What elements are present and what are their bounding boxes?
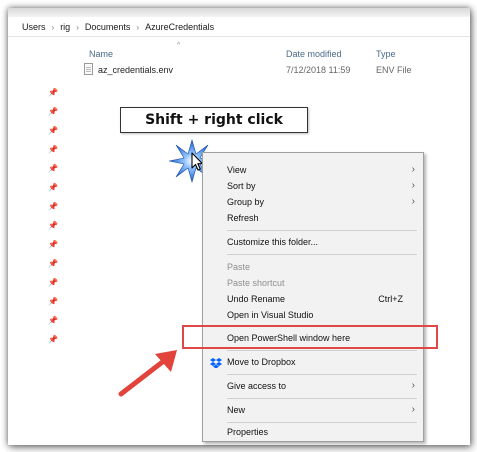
pin-icon[interactable]: 📌	[48, 145, 58, 155]
menu-item-paste: Paste	[203, 260, 423, 276]
menu-item-sort-by[interactable]: Sort by ›	[203, 179, 423, 195]
menu-item-label: Sort by	[227, 181, 256, 191]
menu-item-group-by[interactable]: Group by ›	[203, 195, 423, 211]
column-header-row: ^ Name Date modified Type	[74, 37, 470, 59]
menu-item-label: Open in Visual Studio	[227, 310, 314, 320]
breadcrumb-separator: ›	[51, 22, 55, 32]
breadcrumb-separator: ›	[76, 22, 79, 32]
menu-separator	[227, 230, 417, 231]
menu-item-label: Group by	[227, 197, 265, 207]
menu-separator	[227, 374, 417, 375]
menu-item-properties[interactable]: Properties	[203, 425, 423, 441]
menu-item-give-access[interactable]: Give access to ›	[203, 379, 423, 395]
instruction-callout: Shift + right click	[120, 107, 308, 133]
chevron-right-icon: ›	[411, 404, 415, 415]
menu-item-view[interactable]: View ›	[203, 163, 423, 179]
breadcrumb: Users › rig › Documents › AzureCredentia…	[22, 22, 214, 32]
breadcrumb-item-rig[interactable]: rig	[60, 22, 70, 32]
breadcrumb-item-documents[interactable]: Documents	[85, 22, 131, 32]
menu-item-label: Undo Rename	[227, 294, 286, 304]
pin-icon[interactable]: 📌	[48, 126, 58, 136]
highlight-box	[182, 325, 438, 349]
file-icon	[84, 63, 93, 75]
menu-item-open-visual-studio[interactable]: Open in Visual Studio	[203, 308, 423, 324]
pin-icon[interactable]: 📌	[48, 202, 58, 212]
breadcrumb-item-azurecredentials[interactable]: AzureCredentials	[145, 22, 214, 32]
pin-icon[interactable]: 📌	[48, 240, 58, 250]
pin-icon[interactable]: 📌	[48, 297, 58, 307]
chevron-right-icon: ›	[411, 196, 415, 207]
menu-item-label: Customize this folder...	[227, 237, 319, 247]
menu-separator	[227, 422, 417, 423]
menu-item-paste-shortcut: Paste shortcut	[203, 276, 423, 292]
menu-item-move-to-dropbox[interactable]: Move to Dropbox	[203, 355, 423, 371]
pin-icon[interactable]: 📌	[48, 164, 58, 174]
pin-icon[interactable]: 📌	[48, 183, 58, 193]
menu-item-label: Paste shortcut	[227, 278, 285, 288]
file-type: ENV File	[376, 65, 412, 75]
chevron-right-icon: ›	[411, 380, 415, 391]
dropbox-icon	[210, 358, 222, 368]
pin-icon[interactable]: 📌	[48, 278, 58, 288]
menu-separator	[227, 350, 417, 351]
file-name: az_credentials.env	[98, 65, 174, 75]
menu-item-new[interactable]: New ›	[203, 403, 423, 419]
menu-item-undo-rename[interactable]: Undo Rename Ctrl+Z	[203, 292, 423, 308]
menu-separator	[227, 398, 417, 399]
window-top-strip	[8, 8, 470, 17]
pointer-arrow-icon	[118, 350, 177, 397]
file-date-modified: 7/12/2018 11:59	[286, 65, 351, 75]
pin-icon[interactable]: 📌	[48, 316, 58, 326]
file-row[interactable]: az_credentials.env 7/12/2018 11:59 ENV F…	[74, 62, 470, 78]
navigation-pane: 📌 📌 📌 📌 📌 📌 📌 📌 📌 📌 📌 📌 📌 📌	[8, 37, 74, 445]
sort-ascending-icon: ^	[177, 42, 181, 49]
menu-item-shortcut: Ctrl+Z	[378, 294, 403, 304]
menu-separator	[227, 254, 417, 255]
breadcrumb-item-users[interactable]: Users	[22, 22, 46, 32]
menu-item-customize-folder[interactable]: Customize this folder...	[203, 235, 423, 251]
breadcrumb-separator: ›	[136, 22, 140, 32]
column-header-date-modified[interactable]: Date modified	[286, 49, 342, 59]
column-header-name[interactable]: Name	[89, 49, 113, 59]
pin-icon[interactable]: 📌	[48, 88, 58, 98]
menu-item-label: New	[227, 405, 246, 415]
address-bar[interactable]: Users › rig › Documents › AzureCredentia…	[8, 18, 470, 37]
menu-item-label: Give access to	[227, 381, 287, 391]
column-header-type[interactable]: Type	[376, 49, 396, 59]
pin-icon[interactable]: 📌	[48, 335, 58, 345]
chevron-right-icon: ›	[411, 164, 415, 175]
menu-item-label: Properties	[227, 427, 269, 437]
menu-item-label: Refresh	[227, 213, 259, 223]
menu-item-label: Move to Dropbox	[227, 357, 296, 367]
pin-icon[interactable]: 📌	[48, 221, 58, 231]
context-menu: View › Sort by › Group by › Refresh Cust…	[202, 152, 424, 442]
menu-item-refresh[interactable]: Refresh	[203, 211, 423, 227]
menu-item-label: Paste	[227, 262, 251, 272]
chevron-right-icon: ›	[411, 180, 415, 191]
pin-icon[interactable]: 📌	[48, 259, 58, 269]
pin-icon[interactable]: 📌	[48, 107, 58, 117]
menu-item-label: View	[227, 165, 247, 175]
